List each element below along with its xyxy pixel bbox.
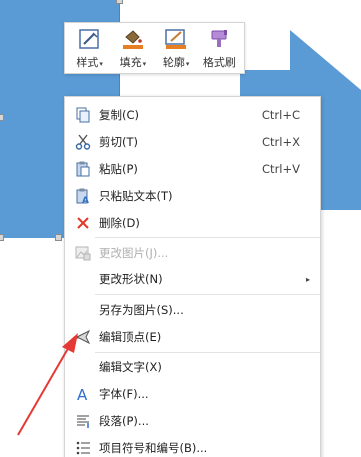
menu-item-label: 另存为图片(S)... xyxy=(99,303,184,317)
menu-item-label: 更改图片(J)... xyxy=(99,246,169,260)
resize-handle-left-middle[interactable] xyxy=(0,114,4,121)
menu-item-shortcut: Ctrl+C xyxy=(261,108,300,122)
menu-item-edit-points[interactable]: 编辑顶点(E) xyxy=(65,325,320,349)
edit-points-icon xyxy=(74,329,92,345)
svg-text:A: A xyxy=(82,196,89,204)
style-button-label: 样式 xyxy=(76,56,99,69)
scissors-icon xyxy=(74,134,92,150)
menu-item-change-shape[interactable]: 更改形状(N) ▸ xyxy=(65,267,320,291)
context-menu: 复制(C) Ctrl+C 剪切(T) Ctrl+X 粘贴(P) Ctrl+V A… xyxy=(64,96,321,457)
outline-pen-icon xyxy=(163,27,189,51)
bullets-icon xyxy=(74,440,92,456)
menu-separator xyxy=(95,237,320,238)
menu-item-label: 复制(C) xyxy=(99,108,140,122)
menu-item-label: 只粘贴文本(T) xyxy=(99,189,173,203)
menu-item-label: 段落(P)... xyxy=(99,414,149,428)
outline-button-label: 轮廓 xyxy=(162,56,185,69)
menu-item-label: 粘贴(P) xyxy=(99,162,138,176)
copy-icon xyxy=(74,107,92,123)
menu-item-paste[interactable]: 粘贴(P) Ctrl+V xyxy=(65,157,320,181)
fill-bucket-icon xyxy=(120,27,146,51)
resize-handle-top-right[interactable] xyxy=(116,0,123,4)
chevron-down-icon: ▾ xyxy=(99,60,103,68)
menu-item-change-picture: 更改图片(J)... xyxy=(65,241,320,265)
submenu-arrow-icon: ▸ xyxy=(305,274,310,284)
menu-item-shortcut: Ctrl+X xyxy=(262,135,300,149)
menu-item-bullets-numbering[interactable]: 项目符号和编号(B)... xyxy=(65,436,320,457)
menu-item-label: 删除(D) xyxy=(99,216,140,230)
menu-item-cut[interactable]: 剪切(T) Ctrl+X xyxy=(65,130,320,154)
font-icon: A xyxy=(74,386,92,402)
paste-text-icon: A xyxy=(74,188,92,204)
format-painter-label: 格式刷 xyxy=(202,56,236,69)
delete-x-icon xyxy=(74,215,92,231)
menu-item-shortcut: Ctrl+V xyxy=(262,162,300,176)
paragraph-icon xyxy=(74,413,92,429)
fill-button[interactable]: 填充▾ xyxy=(111,27,154,73)
resize-handle-bottom-middle[interactable] xyxy=(55,234,62,241)
menu-item-label: 编辑顶点(E) xyxy=(99,330,162,344)
menu-item-label: 编辑文字(X) xyxy=(99,360,162,374)
menu-item-label: 剪切(T) xyxy=(99,135,138,149)
menu-item-paragraph[interactable]: 段落(P)... xyxy=(65,409,320,433)
format-painter-button[interactable]: 格式刷 xyxy=(198,27,241,73)
menu-item-save-as-picture[interactable]: 另存为图片(S)... xyxy=(65,298,320,322)
menu-item-delete[interactable]: 删除(D) xyxy=(65,211,320,235)
menu-item-font[interactable]: A 字体(F)... xyxy=(65,382,320,406)
menu-separator xyxy=(95,294,320,295)
outline-button[interactable]: 轮廓▾ xyxy=(155,27,198,73)
menu-item-copy[interactable]: 复制(C) Ctrl+C xyxy=(65,103,320,127)
menu-item-label: 项目符号和编号(B)... xyxy=(99,441,208,455)
change-picture-icon xyxy=(74,245,92,261)
style-brush-icon xyxy=(77,27,103,51)
resize-handle-bottom-left[interactable] xyxy=(0,234,4,241)
fill-button-label: 填充 xyxy=(119,56,142,69)
menu-item-label: 更改形状(N) xyxy=(99,272,163,286)
mini-format-toolbar: 样式▾ 填充▾ 轮廓▾ 格式刷 xyxy=(64,22,245,74)
svg-text:A: A xyxy=(77,386,88,402)
menu-item-edit-text[interactable]: 编辑文字(X) xyxy=(65,355,320,379)
menu-item-label: 字体(F)... xyxy=(99,387,149,401)
chevron-down-icon: ▾ xyxy=(142,60,147,68)
menu-separator xyxy=(95,352,320,353)
chevron-down-icon: ▾ xyxy=(185,60,190,68)
format-painter-icon xyxy=(206,27,232,51)
menu-item-paste-text-only[interactable]: A 只粘贴文本(T) xyxy=(65,184,320,208)
paste-icon xyxy=(74,161,92,177)
style-button[interactable]: 样式▾ xyxy=(68,27,111,73)
